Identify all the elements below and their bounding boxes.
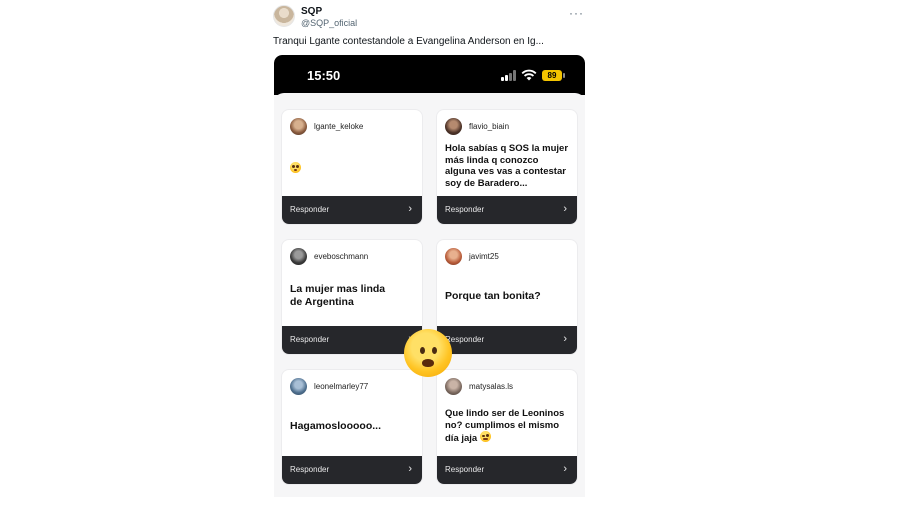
- battery-tip: [563, 73, 565, 78]
- card-username[interactable]: matysalas.ls: [469, 382, 513, 391]
- avatar[interactable]: [445, 248, 462, 265]
- question-card: leonelmarley77 Hagamoslooooo... Responde…: [282, 370, 422, 484]
- reply-button[interactable]: Responder ›: [282, 196, 422, 224]
- avatar[interactable]: [290, 118, 307, 135]
- chevron-right-icon: ›: [408, 463, 412, 475]
- reply-label: Responder: [290, 335, 330, 344]
- more-dots-icon[interactable]: ···: [569, 6, 584, 20]
- display-name[interactable]: SQP: [301, 6, 322, 17]
- card-message: Hola sabías q SOS la mujer más linda q c…: [445, 143, 569, 189]
- question-card: flavio_biain Hola sabías q SOS la mujer …: [437, 110, 577, 224]
- pleading-face-icon: [290, 162, 416, 176]
- question-card: lgante_keloke Responder ›: [282, 110, 422, 224]
- chevron-right-icon: ›: [563, 203, 567, 215]
- card-username[interactable]: flavio_biain: [469, 122, 509, 131]
- chevron-right-icon: ›: [408, 203, 412, 215]
- avatar[interactable]: [273, 5, 295, 27]
- question-card: eveboschmann La mujer mas linda de Argen…: [282, 240, 422, 354]
- avatar[interactable]: [290, 248, 307, 265]
- reply-button[interactable]: Responder ›: [282, 456, 422, 484]
- tweet-header: SQP @SQP_oficial ···: [273, 4, 586, 30]
- card-message: Que lindo ser de Leoninos no? cumplimos …: [445, 408, 565, 444]
- avatar[interactable]: [445, 378, 462, 395]
- user-handle[interactable]: @SQP_oficial: [301, 18, 357, 28]
- card-username[interactable]: lgante_keloke: [314, 122, 363, 131]
- reply-label: Responder: [445, 205, 485, 214]
- reply-label: Responder: [290, 465, 330, 474]
- status-bar: 15:50 89: [274, 55, 585, 95]
- card-message: Porque tan bonita?: [445, 290, 541, 302]
- card-message: Hagamoslooooo...: [290, 420, 382, 432]
- card-message-wrap: Que lindo ser de Leoninos no? cumplimos …: [445, 408, 569, 445]
- status-time: 15:50: [307, 68, 341, 83]
- card-username[interactable]: javimt25: [469, 252, 499, 261]
- reply-label: Responder: [445, 335, 485, 344]
- reply-button[interactable]: Responder ›: [437, 196, 577, 224]
- reply-button[interactable]: Responder ›: [282, 326, 422, 354]
- card-message: La mujer mas linda de Argentina: [290, 283, 386, 308]
- chevron-right-icon: ›: [563, 333, 567, 345]
- surprised-face-icon: [404, 329, 452, 377]
- tweet-text: Tranqui Lgante contestandole a Evangelin…: [273, 36, 544, 47]
- question-card: matysalas.ls Que lindo ser de Leoninos n…: [437, 370, 577, 484]
- card-username[interactable]: eveboschmann: [314, 252, 368, 261]
- phone-screenshot: 15:50 89 lgante_keloke Responder › flavi…: [274, 55, 585, 497]
- reply-label: Responder: [290, 205, 330, 214]
- reply-label: Responder: [445, 465, 485, 474]
- signal-icon: [501, 70, 517, 81]
- card-username[interactable]: leonelmarley77: [314, 382, 368, 391]
- reply-button[interactable]: Responder ›: [437, 326, 577, 354]
- reply-button[interactable]: Responder ›: [437, 456, 577, 484]
- question-card: javimt25 Porque tan bonita? Responder ›: [437, 240, 577, 354]
- wifi-icon: [521, 69, 537, 81]
- avatar[interactable]: [445, 118, 462, 135]
- winking-face-icon: [479, 431, 491, 442]
- chevron-right-icon: ›: [563, 463, 567, 475]
- battery-icon: 89: [542, 70, 562, 81]
- question-sheet: lgante_keloke Responder › flavio_biain H…: [274, 93, 585, 497]
- avatar[interactable]: [290, 378, 307, 395]
